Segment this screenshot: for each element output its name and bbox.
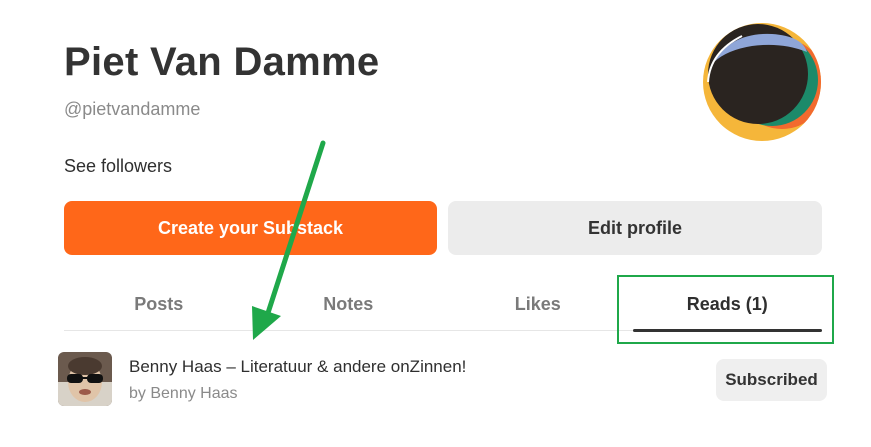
see-followers-link[interactable]: See followers: [64, 156, 172, 177]
tab-notes[interactable]: Notes: [254, 278, 444, 330]
create-substack-button[interactable]: Create your Substack: [64, 201, 437, 255]
profile-handle: @pietvandamme: [64, 99, 201, 119]
profile-avatar[interactable]: [702, 22, 822, 142]
publication-title[interactable]: Benny Haas – Literatuur & andere onZinne…: [129, 357, 466, 377]
publication-author: by Benny Haas: [129, 385, 238, 402]
tab-likes[interactable]: Likes: [443, 278, 633, 330]
edit-profile-button[interactable]: Edit profile: [448, 201, 822, 255]
read-list-item[interactable]: Benny Haas – Literatuur & andere onZinne…: [58, 351, 828, 407]
annotation-highlight-box: [617, 275, 834, 344]
avatar-image: [703, 23, 821, 141]
publication-thumbnail-icon: [58, 352, 112, 406]
subscribed-button[interactable]: Subscribed: [716, 359, 827, 401]
profile-name: Piet Van Damme: [64, 40, 380, 84]
publication-thumbnail: [58, 352, 112, 406]
tab-posts[interactable]: Posts: [64, 278, 254, 330]
